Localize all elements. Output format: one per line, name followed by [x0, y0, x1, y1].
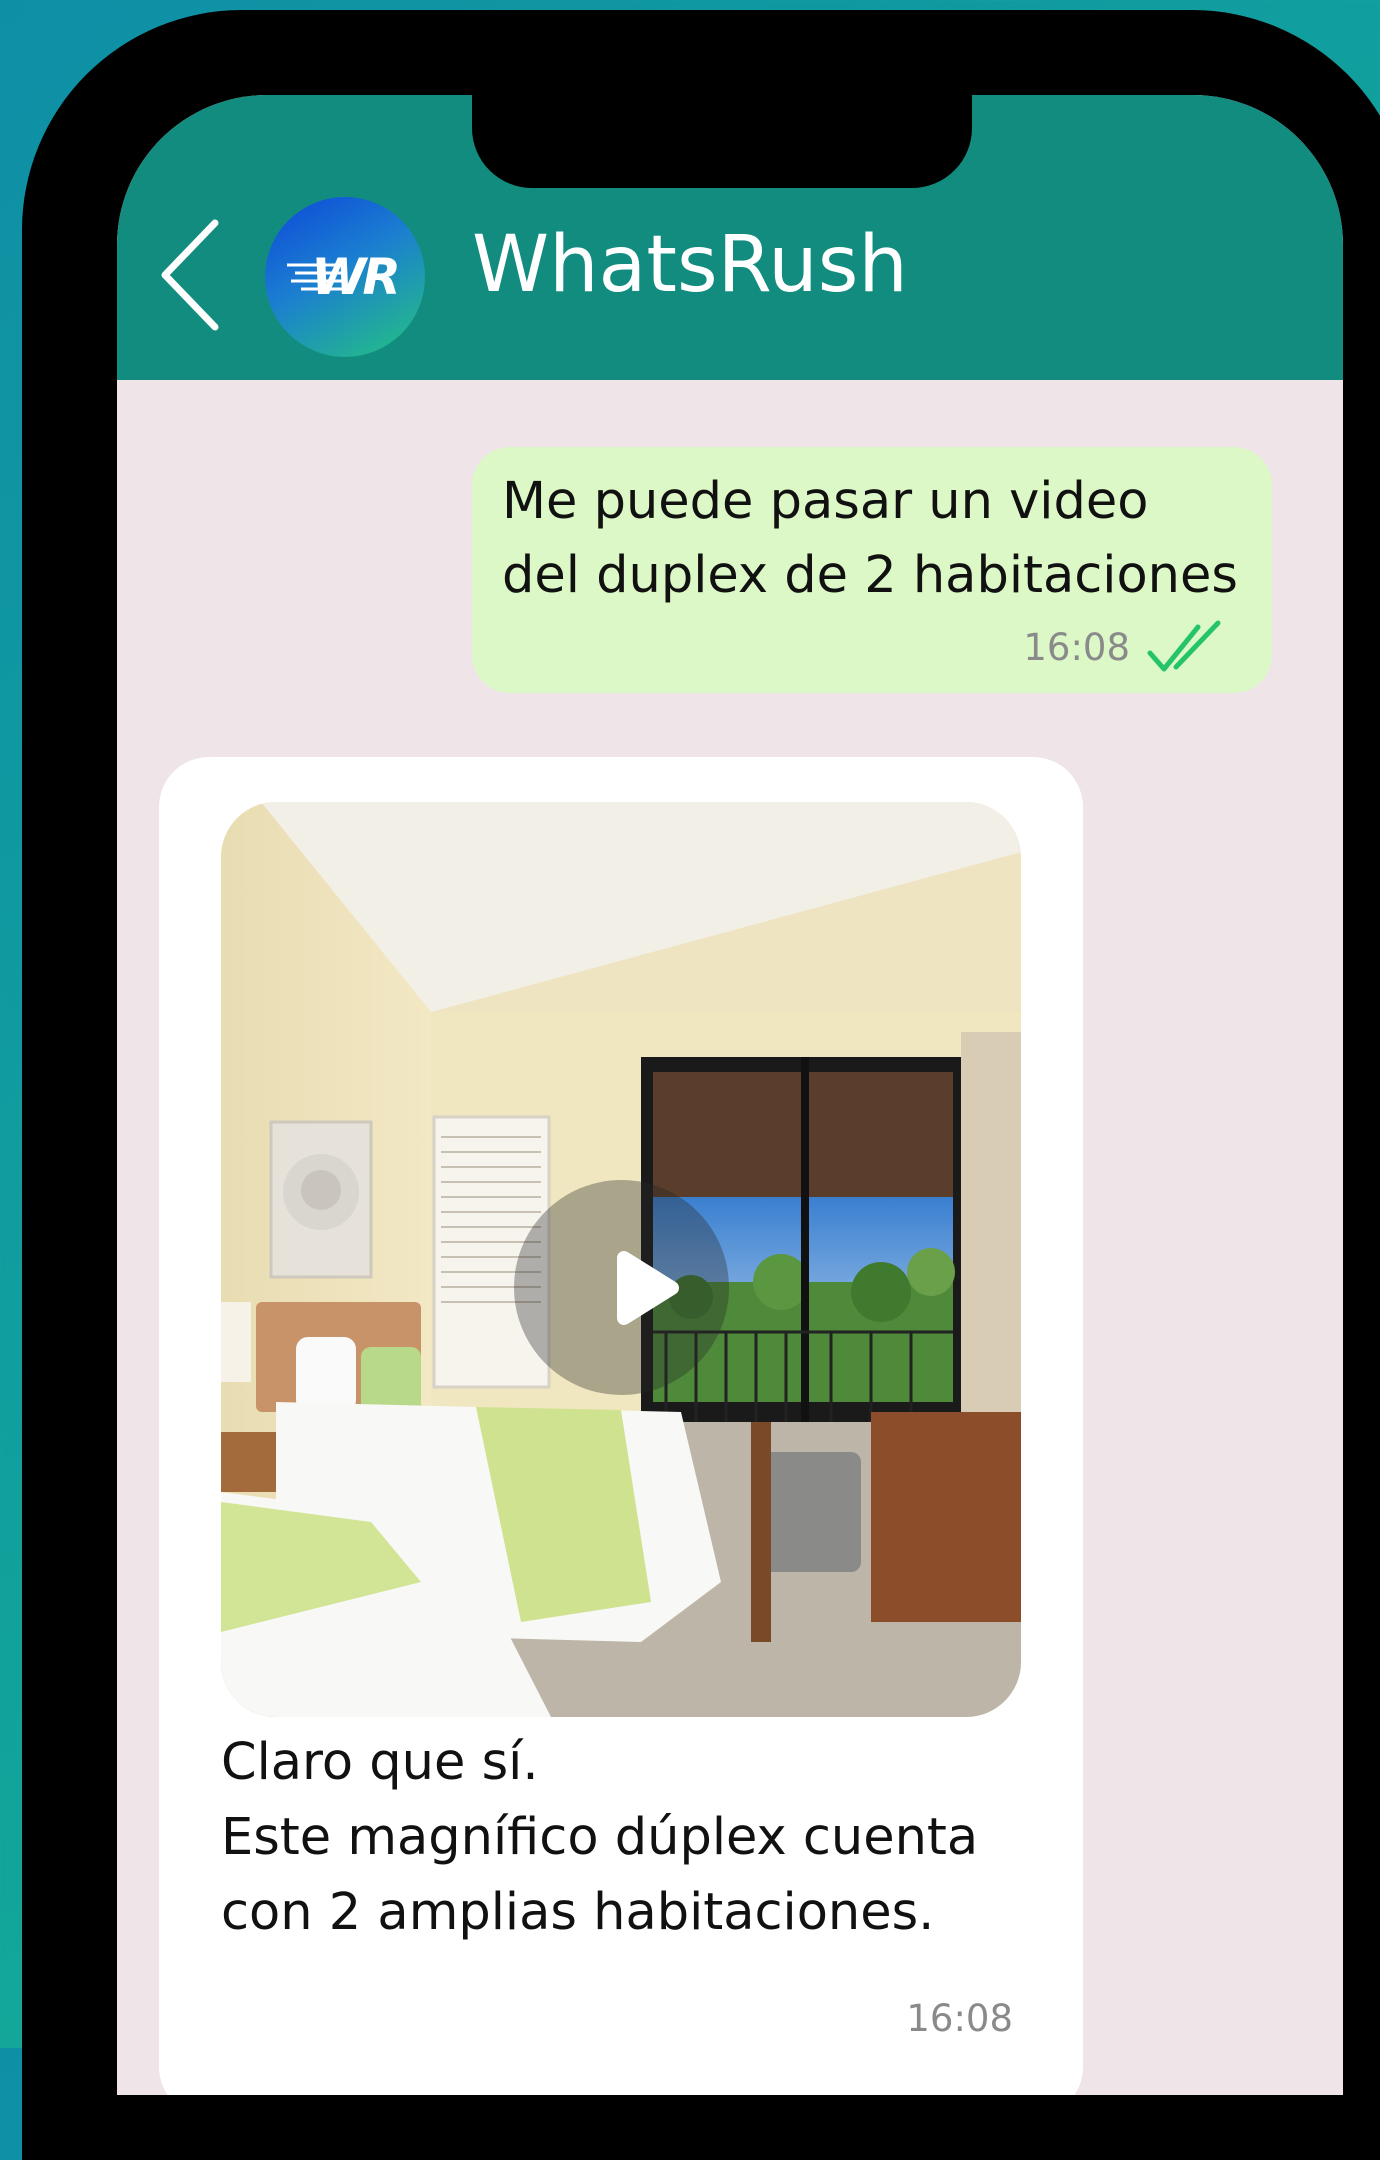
message-line: Claro que sí. [221, 1733, 539, 1792]
play-button[interactable] [514, 1180, 729, 1395]
message-line: Este magnífico dúplex cuenta [221, 1808, 979, 1867]
outgoing-message[interactable]: Me puede pasar un video del duplex de 2 … [472, 447, 1272, 693]
phone-notch [472, 95, 972, 188]
speed-lines-icon [287, 263, 347, 291]
avatar[interactable]: WR [265, 197, 425, 357]
message-time: 16:08 [906, 1997, 1013, 2040]
message-line: Me puede pasar un video [502, 472, 1149, 531]
chevron-left-icon[interactable] [157, 215, 227, 335]
chat-screen: WR WhatsRush Me puede pasar un video del… [117, 95, 1343, 2095]
message-time: 16:08 [1023, 626, 1130, 669]
message-line: con 2 amplias habitaciones. [221, 1883, 935, 1942]
phone-frame: WR WhatsRush Me puede pasar un video del… [22, 10, 1380, 2160]
message-line: del duplex de 2 habitaciones [502, 546, 1238, 605]
contact-name[interactable]: WhatsRush [472, 220, 908, 310]
double-check-icon [1147, 620, 1221, 672]
incoming-message[interactable]: Claro que sí. Este magnífico dúplex cuen… [159, 757, 1083, 2095]
play-icon [617, 1251, 679, 1325]
chat-header: WR WhatsRush [117, 95, 1343, 380]
message-text: Me puede pasar un video del duplex de 2 … [502, 465, 1238, 613]
video-thumbnail[interactable] [221, 802, 1021, 1717]
message-text: Claro que sí. Este magnífico dúplex cuen… [221, 1725, 1041, 1950]
